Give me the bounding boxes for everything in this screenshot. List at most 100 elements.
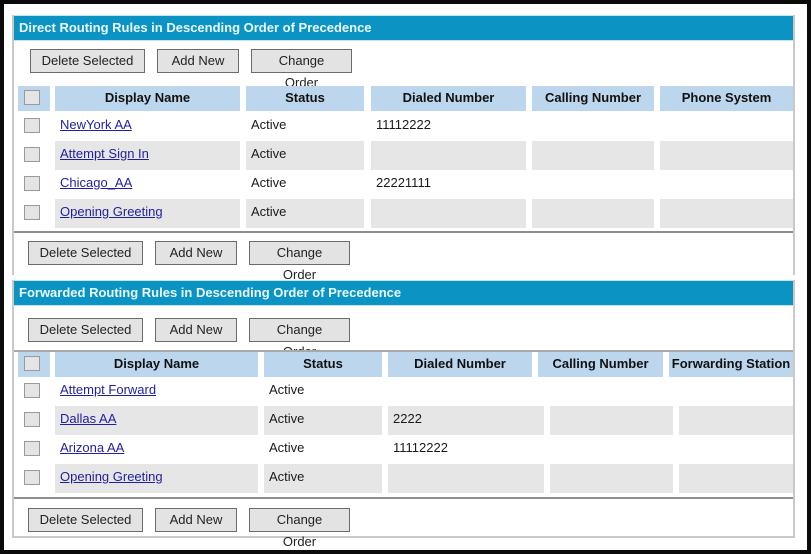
row-checkbox[interactable]: [24, 176, 40, 191]
status-cell: Active: [269, 440, 305, 455]
rule-link[interactable]: Dallas AA: [60, 411, 116, 426]
phone-system-cell: [660, 199, 793, 228]
divider: [14, 231, 793, 233]
calling-number-cell: [538, 377, 663, 406]
direct-bottom-delete-selected-button[interactable]: Delete Selected: [28, 241, 143, 265]
dialed-number-cell: 2222: [388, 406, 544, 435]
row-checkbox[interactable]: [24, 441, 40, 456]
column-header-phone-system[interactable]: Phone System: [660, 86, 793, 111]
forwarding-station-cell: [669, 377, 793, 406]
dialed-number-cell: 11112222: [393, 440, 448, 455]
table-row: NewYork AA Active 11112222: [18, 112, 789, 141]
direct-bottom-change-order-button[interactable]: Change Order: [249, 241, 350, 282]
forwarded-top-delete-selected-button[interactable]: Delete Selected: [28, 318, 143, 342]
column-header-calling-number[interactable]: Calling Number: [532, 86, 654, 111]
direct-routing-title: Direct Routing Rules in Descending Order…: [14, 15, 793, 41]
rule-link[interactable]: Chicago_AA: [60, 175, 132, 190]
forwarded-bottom-add-new-button[interactable]: Add New: [155, 508, 237, 532]
rule-link[interactable]: Opening Greeting: [60, 469, 163, 484]
calling-number-cell: [532, 199, 654, 228]
divider: [14, 497, 793, 499]
direct-bottom-button-row: Delete Selected Add New Change Order: [28, 241, 350, 282]
row-checkbox[interactable]: [24, 412, 40, 427]
display-name-cell: Attempt Sign In: [55, 141, 240, 170]
calling-number-cell: [550, 435, 673, 464]
phone-system-cell: [660, 141, 793, 170]
select-all-checkbox[interactable]: [24, 356, 40, 371]
calling-number-cell: [532, 141, 654, 170]
status-cell: Active: [251, 117, 287, 132]
status-cell: Active: [264, 464, 382, 493]
row-checkbox[interactable]: [24, 470, 40, 485]
direct-top-change-order-button[interactable]: Change Order: [251, 49, 352, 90]
forwarded-bottom-button-row: Delete Selected Add New Change Order: [28, 508, 350, 549]
table-row: Dallas AA Active 2222: [18, 406, 793, 435]
row-checkbox[interactable]: [24, 118, 40, 133]
row-checkbox[interactable]: [24, 383, 40, 398]
row-checkbox-cell: [18, 435, 50, 464]
forwarding-station-cell: [679, 464, 793, 493]
table-row: Opening Greeting Active: [18, 199, 793, 228]
forwarded-bottom-change-order-button[interactable]: Change Order: [249, 508, 350, 549]
status-cell: Active: [246, 141, 364, 170]
display-name-cell: Opening Greeting: [55, 464, 258, 493]
display-name-cell: Arizona AA: [55, 435, 258, 464]
calling-number-cell: [532, 170, 654, 199]
forwarded-top-button-row: Delete Selected Add New Change Order: [28, 318, 350, 359]
dialed-number-cell: [388, 377, 532, 406]
calling-number-cell: [550, 464, 673, 493]
forwarded-top-add-new-button[interactable]: Add New: [155, 318, 237, 342]
forwarded-routing-table: Display Name Status Dialed Number Callin…: [18, 352, 793, 497]
rule-link[interactable]: Opening Greeting: [60, 204, 163, 219]
row-checkbox[interactable]: [24, 205, 40, 220]
table-header-row: Display Name Status Dialed Number Callin…: [18, 86, 793, 115]
dialed-number-cell: 22221111: [376, 175, 431, 190]
rule-link[interactable]: Arizona AA: [60, 440, 124, 455]
table-row: Opening Greeting Active: [18, 464, 793, 493]
direct-bottom-add-new-button[interactable]: Add New: [155, 241, 237, 265]
phone-system-cell: [660, 170, 793, 199]
select-all-checkbox[interactable]: [24, 90, 40, 105]
direct-routing-table: Display Name Status Dialed Number Callin…: [18, 86, 793, 231]
header-checkbox-cell: [18, 86, 50, 111]
display-name-cell: Attempt Forward: [55, 377, 258, 406]
table-row: Chicago_AA Active 22221111: [18, 170, 789, 199]
column-header-display-name[interactable]: Display Name: [55, 86, 240, 111]
calling-number-cell: [550, 406, 673, 435]
column-header-dialed-number[interactable]: Dialed Number: [388, 352, 532, 377]
forwarded-bottom-delete-selected-button[interactable]: Delete Selected: [28, 508, 143, 532]
display-name-cell: Chicago_AA: [55, 170, 240, 199]
row-checkbox-cell: [18, 112, 50, 141]
forwarded-routing-title: Forwarded Routing Rules in Descending Or…: [14, 280, 793, 306]
row-checkbox-cell: [18, 170, 50, 199]
column-header-display-name[interactable]: Display Name: [55, 352, 258, 377]
rule-link[interactable]: Attempt Forward: [60, 382, 156, 397]
column-header-status[interactable]: Status: [264, 352, 382, 377]
dialed-number-cell: [388, 464, 544, 493]
rule-link[interactable]: NewYork AA: [60, 117, 132, 132]
direct-routing-section: Direct Routing Rules in Descending Order…: [12, 15, 795, 282]
status-cell: Active: [264, 406, 382, 435]
display-name-cell: Dallas AA: [55, 406, 258, 435]
rule-link[interactable]: Attempt Sign In: [60, 146, 149, 161]
column-header-calling-number[interactable]: Calling Number: [538, 352, 663, 377]
header-checkbox-cell: [18, 352, 50, 377]
row-checkbox-cell: [18, 464, 50, 493]
column-header-forwarding-station[interactable]: Forwarding Station: [669, 352, 793, 377]
status-cell: Active: [269, 382, 305, 397]
direct-top-add-new-button[interactable]: Add New: [157, 49, 239, 73]
forwarded-routing-section: Forwarded Routing Rules in Descending Or…: [12, 280, 795, 549]
row-checkbox-cell: [18, 377, 50, 406]
row-checkbox[interactable]: [24, 147, 40, 162]
dialed-number-cell: 11112222: [376, 117, 431, 132]
status-cell: Active: [251, 175, 287, 190]
row-checkbox-cell: [18, 199, 50, 228]
column-header-status[interactable]: Status: [246, 86, 364, 111]
dialed-number-cell: [371, 141, 526, 170]
direct-top-delete-selected-button[interactable]: Delete Selected: [30, 49, 145, 73]
dialed-number-cell: [371, 199, 526, 228]
table-row: Attempt Sign In Active: [18, 141, 793, 170]
forwarded-top-change-order-button[interactable]: Change Order: [249, 318, 350, 359]
forwarding-station-cell: [679, 435, 793, 464]
column-header-dialed-number[interactable]: Dialed Number: [371, 86, 526, 111]
